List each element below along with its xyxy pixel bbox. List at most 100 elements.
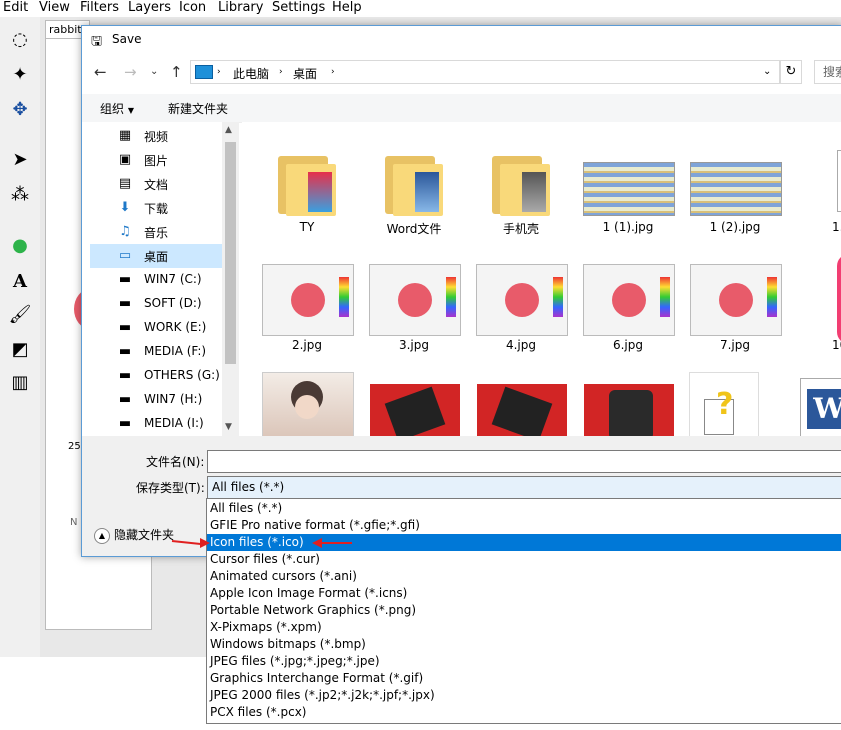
nav-item[interactable]: ▬ MEDIA (I:) <box>90 412 222 436</box>
file-name: TY <box>299 220 315 234</box>
chevron-right-icon: › <box>217 67 221 77</box>
magic-wand-icon[interactable]: ✦ <box>8 62 32 86</box>
address-bar[interactable]: › 此电脑 › 桌面 › ⌄ <box>190 60 780 84</box>
word-file-icon: W <box>797 136 841 216</box>
menu-help[interactable]: Help <box>332 0 362 15</box>
nav-item[interactable]: ♫ 音乐 <box>90 220 222 244</box>
new-folder-button[interactable]: 新建文件夹 <box>168 100 228 117</box>
organize-button[interactable]: 组织 ▼ <box>100 100 134 117</box>
forward-arrow-icon[interactable]: → <box>124 63 137 81</box>
save-type-option[interactable]: All files (*.*) <box>210 500 840 517</box>
save-type-select[interactable]: All files (*.*) <box>207 476 841 499</box>
up-arrow-icon[interactable]: ↑ <box>170 63 183 81</box>
recent-chevron-icon[interactable]: ⌄ <box>150 66 158 77</box>
menu-edit[interactable]: Edit <box>3 0 28 15</box>
spray-icon[interactable]: ⁂ <box>8 182 32 206</box>
save-type-option[interactable]: Graphics Interchange Format (*.gif) <box>210 670 840 687</box>
file-item[interactable]: Word文件 <box>364 124 464 239</box>
nav-item[interactable]: ▦ 视频 <box>90 124 222 148</box>
save-type-option[interactable]: JPEG 2000 files (*.jp2;*.j2k;*.jpf;*.jpx… <box>210 687 840 704</box>
menu-library[interactable]: Library <box>218 0 263 15</box>
nav-item[interactable]: ⬇ 下载 <box>90 196 222 220</box>
refresh-icon[interactable]: ↻ <box>780 60 802 84</box>
nav-item[interactable]: ▬ WIN7 (H:) <box>90 388 222 412</box>
girl-photo-thumbnail[interactable] <box>262 372 354 436</box>
phone-case-thumbnail[interactable] <box>584 384 674 436</box>
file-item[interactable]: 7.jpg <box>685 242 785 357</box>
breadcrumb-this-pc[interactable]: 此电脑 <box>233 65 269 82</box>
save-type-option[interactable]: Windows bitmaps (*.bmp) <box>210 636 840 653</box>
save-type-option[interactable]: JPEG files (*.jpg;*.jpeg;*.jpe) <box>210 653 840 670</box>
scroll-down-icon[interactable]: ▼ <box>225 422 232 432</box>
save-type-option[interactable]: Cursor files (*.cur) <box>210 551 840 568</box>
menu-view[interactable]: View <box>39 0 70 15</box>
app-tile-thumbnail: 10 <box>797 254 841 344</box>
gradient-icon[interactable]: ▥ <box>8 370 32 394</box>
filename-input[interactable] <box>207 450 841 473</box>
save-type-option[interactable]: Portable Network Graphics (*.png) <box>210 602 840 619</box>
nav-item[interactable]: ▬ MEDIA (F:) <box>90 340 222 364</box>
menu-filters[interactable]: Filters <box>80 0 119 15</box>
save-type-option[interactable]: Icon files (*.ico) <box>207 534 841 551</box>
chevron-right-icon: › <box>279 67 283 77</box>
nav-item[interactable]: ▭ 桌面 <box>90 244 222 268</box>
phone-case-thumbnail[interactable] <box>477 384 567 436</box>
file-item[interactable]: TY <box>257 124 357 239</box>
save-dialog-icon: 🖫 <box>91 34 103 49</box>
word-file-icon[interactable]: W <box>800 378 841 436</box>
file-item[interactable]: 6.jpg <box>578 242 678 357</box>
nav-item[interactable]: ▬ OTHERS (G:) <box>90 364 222 388</box>
nav-item[interactable]: ▬ WORK (E:) <box>90 316 222 340</box>
scroll-up-icon[interactable]: ▲ <box>225 125 232 135</box>
folder-icon <box>262 136 352 216</box>
save-type-option[interactable]: Animated cursors (*.ani) <box>210 568 840 585</box>
file-item[interactable]: 3.jpg <box>364 242 464 357</box>
help-file-icon[interactable]: ? <box>689 372 759 436</box>
annotation-arrowhead <box>200 538 210 548</box>
file-item[interactable]: 1 (1).jpg <box>578 124 678 239</box>
drive-icon: ▬ <box>118 392 132 407</box>
file-item[interactable]: 2.jpg <box>257 242 357 357</box>
save-type-option[interactable]: X-Pixmaps (*.xpm) <box>210 619 840 636</box>
toolbox: ◌ ✦ ✥ ➤ ⁂ ● A 🖌 ◩ ▥ <box>0 17 41 657</box>
phone-case-thumbnail[interactable] <box>370 384 460 436</box>
nav-item-label: 视频 <box>144 130 169 144</box>
brush-icon[interactable]: 🖌 <box>8 302 32 326</box>
file-item[interactable]: 1 (2).jpg <box>685 124 785 239</box>
nav-item-label: 图片 <box>144 154 169 168</box>
text-tool-icon[interactable]: A <box>8 269 32 293</box>
scroll-thumb[interactable] <box>225 142 236 364</box>
file-item[interactable]: 4.jpg <box>471 242 571 357</box>
file-list: ? W TY Word文件 手机壳 1 (1).jpg 1 (2).jpg W 1.d 2.j… <box>242 122 841 436</box>
ellipse-icon[interactable]: ● <box>8 233 32 257</box>
file-item[interactable]: 手机壳 <box>471 124 571 239</box>
save-type-option[interactable]: Apple Icon Image Format (*.icns) <box>210 585 840 602</box>
file-item[interactable]: W 1.d <box>792 124 841 239</box>
save-type-option[interactable]: PCX files (*.pcx) <box>210 704 840 721</box>
hide-folders-button[interactable]: ▲ 隐藏文件夹 <box>94 526 174 544</box>
file-item[interactable]: 1010. <box>792 242 841 357</box>
pointer-icon[interactable]: ➤ <box>8 147 32 171</box>
nav-item[interactable]: ▬ WIN7 (C:) <box>90 268 222 292</box>
nav-item[interactable]: ▤ 文档 <box>90 172 222 196</box>
folder-icon <box>476 136 566 216</box>
nav-item[interactable]: ▣ 图片 <box>90 148 222 172</box>
back-arrow-icon[interactable]: ← <box>94 63 107 81</box>
file-name: 3.jpg <box>398 338 430 352</box>
move-icon[interactable]: ✥ <box>8 97 32 121</box>
menu-settings[interactable]: Settings <box>272 0 325 15</box>
search-input[interactable]: 搜索 <box>814 60 841 84</box>
file-name: Word文件 <box>386 222 442 236</box>
menu-layers[interactable]: Layers <box>128 0 171 15</box>
lasso-select-icon[interactable]: ◌ <box>8 27 32 51</box>
chevron-down-icon[interactable]: ⌄ <box>763 66 771 77</box>
breadcrumb-desktop[interactable]: 桌面 <box>293 65 317 82</box>
menu-icon[interactable]: Icon <box>179 0 206 15</box>
dialog-titlebar: 🖫 Save <box>82 26 841 53</box>
save-type-label: 保存类型(T): <box>136 481 205 495</box>
nav-item[interactable]: ▬ SOFT (D:) <box>90 292 222 316</box>
nav-scrollbar[interactable]: ▲ ▼ <box>222 122 239 436</box>
color-swap-icon[interactable]: ◩ <box>8 337 32 361</box>
save-type-option[interactable]: GFIE Pro native format (*.gfie;*.gfi) <box>210 517 840 534</box>
document-icon: ▤ <box>118 176 132 191</box>
